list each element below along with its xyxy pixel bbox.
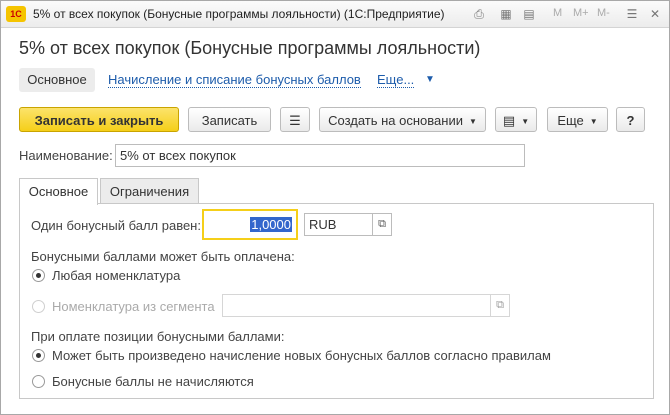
report-icon[interactable]: ▤ ▼ [495, 107, 537, 132]
tab-main[interactable]: Основное [19, 178, 98, 205]
create-based-on-button[interactable]: Создать на основании ▼ [319, 107, 486, 132]
pay-any-radio[interactable] [32, 269, 45, 282]
memory-plus-button[interactable]: M+ [573, 7, 589, 19]
accrue-yes-label: Может быть произведено начисление новых … [52, 348, 551, 363]
page-title: 5% от всех покупок (Бонусные программы л… [19, 38, 481, 58]
dropdown-caret-icon: ▼ [521, 117, 530, 127]
list-icon[interactable]: ☰ [280, 107, 310, 132]
calendar-icon[interactable]: ▤ [521, 6, 537, 22]
name-input[interactable]: 5% от всех покупок [115, 144, 525, 167]
bonus-value-input[interactable]: 1,0000 [202, 209, 298, 240]
accrue-no-radio[interactable] [32, 375, 45, 388]
pay-segment-radio[interactable] [32, 300, 45, 313]
more-button[interactable]: Еще ▼ [547, 107, 608, 132]
segment-input[interactable] [222, 294, 491, 317]
memory-m-button[interactable]: M [553, 7, 562, 19]
nav-accrual-link[interactable]: Начисление и списание бонусных баллов [108, 72, 361, 88]
accrue-label: При оплате позиции бонусными баллами: [31, 329, 285, 344]
close-icon[interactable]: ✕ [647, 6, 663, 22]
nav-more-link[interactable]: Еще... [377, 72, 415, 88]
nav-main[interactable]: Основное [19, 68, 95, 92]
memory-minus-button[interactable]: M- [597, 7, 610, 19]
name-label: Наименование: [19, 148, 113, 163]
print-icon[interactable]: ⎙ [471, 6, 487, 22]
bonus-equals-label: Один бонусный балл равен: [31, 218, 201, 233]
app-window: 1С 5% от всех покупок (Бонусные программ… [0, 0, 670, 415]
save-and-close-button[interactable]: Записать и закрыть [19, 107, 179, 132]
tab-restrictions[interactable]: Ограничения [100, 178, 199, 204]
title-bar: 1С 5% от всех покупок (Бонусные программ… [1, 1, 669, 28]
dropdown-caret-icon: ▼ [468, 117, 477, 127]
app-logo-icon: 1С [6, 6, 26, 22]
menu-icon[interactable]: ☰ [624, 6, 640, 22]
calculator-icon[interactable]: ▦ [498, 6, 514, 22]
accrue-yes-radio[interactable] [32, 349, 45, 362]
more-button-label: Еще [557, 113, 584, 128]
open-currency-icon[interactable]: ⧉ [372, 213, 392, 236]
currency-input[interactable]: RUB [304, 213, 373, 236]
dropdown-caret-icon: ▼ [589, 117, 598, 127]
open-segment-icon[interactable]: ⧉ [490, 294, 510, 317]
chevron-down-icon[interactable]: ▼ [425, 74, 435, 85]
create-based-on-label: Создать на основании [328, 113, 463, 128]
bonus-value-text: 1,0000 [250, 217, 292, 232]
pay-label: Бонусными баллами может быть оплачена: [31, 249, 295, 264]
help-button[interactable]: ? [616, 107, 645, 132]
save-button[interactable]: Записать [188, 107, 271, 132]
window-title: 5% от всех покупок (Бонусные программы л… [33, 7, 445, 21]
pay-segment-label: Номенклатура из сегмента [52, 299, 215, 314]
accrue-no-label: Бонусные баллы не начисляются [52, 374, 254, 389]
pay-any-label: Любая номенклатура [52, 268, 181, 283]
